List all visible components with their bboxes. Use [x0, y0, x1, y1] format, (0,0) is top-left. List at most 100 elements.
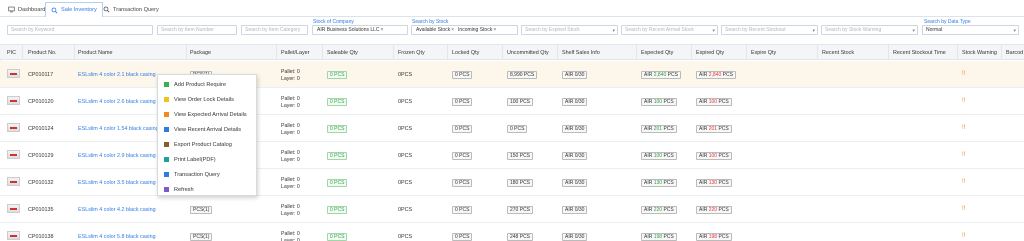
col-shelf-sales-info[interactable]: Shelf Sales Info: [562, 50, 600, 56]
expired-stock-select[interactable]: Search by Expired Stock ▾: [521, 25, 618, 35]
tab-dashboard[interactable]: Dashboard: [2, 2, 51, 16]
context-menu-item[interactable]: View Expected Arrival Details: [158, 107, 258, 122]
col-package[interactable]: Package: [190, 50, 211, 56]
context-menu-item[interactable]: View Recent Arrival Details: [158, 122, 258, 137]
tab-transaction-query[interactable]: Transaction Query: [97, 2, 165, 16]
shelf-sales-badge[interactable]: AIR 0/30: [562, 233, 588, 241]
saleable-qty-badge[interactable]: 0 PCS: [327, 71, 348, 79]
col-frozen-qty[interactable]: Frozen Qty: [398, 50, 425, 56]
context-menu-item[interactable]: Refresh: [158, 182, 258, 197]
col-product-name[interactable]: Product Name: [78, 50, 112, 56]
uncommitted-qty-badge[interactable]: 150 PCS: [507, 152, 534, 160]
stock-warning-icon[interactable]: !!: [962, 71, 965, 77]
table-row[interactable]: CP010117 ESLslim 4 color 2.1 black casing…: [0, 61, 1024, 88]
stock-type-select[interactable]: Available Stock × Incoming Stock ×: [411, 25, 518, 35]
remove-incoming-icon[interactable]: ×: [493, 27, 496, 33]
product-thumbnail[interactable]: [7, 204, 20, 213]
expected-qty-badge[interactable]: AIR 198 PCS: [641, 233, 677, 241]
col-expired-qty[interactable]: Expired Qty: [696, 50, 724, 56]
table-row[interactable]: CP010135 ESLslim 4 color 4.2 black casing…: [0, 196, 1024, 223]
locked-qty-badge[interactable]: 0 PCS: [452, 233, 473, 241]
shelf-sales-badge[interactable]: AIR 0/30: [562, 98, 588, 106]
context-menu-item[interactable]: Export Product Catalog: [158, 137, 258, 152]
expected-qty-badge[interactable]: AIR 100 PCS: [641, 98, 677, 106]
expected-qty-badge[interactable]: AIR 130 PCS: [641, 179, 677, 187]
shelf-sales-badge[interactable]: AIR 0/30: [562, 152, 588, 160]
uncommitted-qty-badge[interactable]: 248 PCS: [507, 233, 534, 241]
saleable-qty-badge[interactable]: 0 PCS: [327, 233, 348, 241]
shelf-sales-badge[interactable]: AIR 0/30: [562, 125, 588, 133]
expired-qty-badge[interactable]: AIR 198 PCS: [696, 233, 732, 241]
stock-warning-icon[interactable]: !!: [962, 233, 965, 239]
table-row[interactable]: CP010138 ESLslim 4 color 5.8 black casing…: [0, 223, 1024, 241]
product-name-link[interactable]: ESLslim 4 color 2.9 black casing: [78, 153, 156, 159]
item-number-search-input[interactable]: Search by Item Number: [157, 25, 237, 35]
locked-qty-badge[interactable]: 0 PCS: [452, 206, 473, 214]
shelf-sales-badge[interactable]: AIR 0/30: [562, 206, 588, 214]
stock-warning-icon[interactable]: !!: [962, 125, 965, 131]
col-uncommitted-qty[interactable]: Uncommitted Qty: [507, 50, 549, 56]
expected-qty-badge[interactable]: AIR 100 PCS: [641, 152, 677, 160]
table-row[interactable]: CP010129 ESLslim 4 color 2.9 black casing…: [0, 142, 1024, 169]
uncommitted-qty-badge[interactable]: 100 PCS: [507, 98, 534, 106]
shelf-sales-badge[interactable]: AIR 0/30: [562, 179, 588, 187]
col-saleable-qty[interactable]: Saleable Qty: [327, 50, 358, 56]
col-locked-qty[interactable]: Locked Qty: [452, 50, 479, 56]
context-menu-item[interactable]: View Order Lock Details: [158, 92, 258, 107]
tab-sale-inventory[interactable]: Sale Inventory: [45, 2, 103, 17]
recent-stockout-select[interactable]: Search by Recent Stockout ▾: [721, 25, 818, 35]
col-stock-warning[interactable]: Stock Warning: [962, 50, 997, 56]
recent-arrival-select[interactable]: Search by Recent Arrival Stock ▾: [621, 25, 718, 35]
remove-company-icon[interactable]: ×: [381, 27, 384, 33]
product-name-link[interactable]: ESLslim 4 color 4.2 black casing: [78, 207, 156, 213]
product-name-link[interactable]: ESLslim 4 color 5.8 black casing: [78, 234, 156, 240]
expired-qty-badge[interactable]: AIR 2,840 PCS: [696, 71, 736, 79]
uncommitted-qty-badge[interactable]: 0 PCS: [507, 125, 528, 133]
saleable-qty-badge[interactable]: 0 PCS: [327, 206, 348, 214]
product-name-link[interactable]: ESLslim 4 color 2.6 black casing: [78, 99, 156, 105]
product-thumbnail[interactable]: [7, 69, 20, 78]
context-menu-item[interactable]: Add Product Require: [158, 77, 258, 92]
col-product-no[interactable]: Product No.: [28, 50, 56, 56]
expected-qty-badge[interactable]: AIR 220 PCS: [641, 206, 677, 214]
stock-warning-icon[interactable]: !!: [962, 179, 965, 185]
col-expire-qty[interactable]: Expire Qty: [751, 50, 776, 56]
col-pic[interactable]: PIC: [7, 50, 16, 56]
locked-qty-badge[interactable]: 0 PCS: [452, 152, 473, 160]
product-thumbnail[interactable]: [7, 177, 20, 186]
locked-qty-badge[interactable]: 0 PCS: [452, 125, 473, 133]
stock-warning-icon[interactable]: !!: [962, 206, 965, 212]
col-expected-qty[interactable]: Expected Qty: [641, 50, 673, 56]
context-menu-item[interactable]: Transaction Query: [158, 167, 258, 182]
context-menu-item[interactable]: Print Label(PDF): [158, 152, 258, 167]
stock-warning-icon[interactable]: !!: [962, 152, 965, 158]
remove-available-icon[interactable]: ×: [451, 27, 454, 33]
col-pallet-layer[interactable]: Pallet/Layer: [281, 50, 309, 56]
uncommitted-qty-badge[interactable]: 8,990 PCS: [507, 71, 538, 79]
product-thumbnail[interactable]: [7, 150, 20, 159]
stock-of-company-select[interactable]: AIR Business Solutions LLC ×: [312, 25, 408, 35]
locked-qty-badge[interactable]: 0 PCS: [452, 179, 473, 187]
locked-qty-badge[interactable]: 0 PCS: [452, 71, 473, 79]
table-row[interactable]: CP010120 ESLslim 4 color 2.6 black casing…: [0, 88, 1024, 115]
locked-qty-badge[interactable]: 0 PCS: [452, 98, 473, 106]
col-recent-stockout-time[interactable]: Recent Stockout Time: [893, 50, 946, 56]
product-name-link[interactable]: ESLslim 4 color 2.1 black casing: [78, 72, 156, 78]
product-thumbnail[interactable]: [7, 123, 20, 132]
item-category-search-input[interactable]: Search by Item Category: [241, 25, 308, 35]
saleable-qty-badge[interactable]: 0 PCS: [327, 98, 348, 106]
data-type-select[interactable]: Normal ▾: [922, 25, 1019, 35]
product-name-link[interactable]: ESLslim 4 color 1.54 black casing: [78, 126, 159, 132]
stock-warning-select[interactable]: Search by Stock Warning ▾: [821, 25, 918, 35]
saleable-qty-badge[interactable]: 0 PCS: [327, 125, 348, 133]
expected-qty-badge[interactable]: AIR 201 PCS: [641, 125, 677, 133]
expired-qty-badge[interactable]: AIR 201 PCS: [696, 125, 732, 133]
expired-qty-badge[interactable]: AIR 100 PCS: [696, 98, 732, 106]
product-thumbnail[interactable]: [7, 96, 20, 105]
col-barcode[interactable]: Barcod: [1006, 50, 1023, 56]
saleable-qty-badge[interactable]: 0 PCS: [327, 152, 348, 160]
table-row[interactable]: CP010132 ESLslim 4 color 3.5 black casing…: [0, 169, 1024, 196]
table-row[interactable]: CP010124 ESLslim 4 color 1.54 black casin…: [0, 115, 1024, 142]
expired-qty-badge[interactable]: AIR 130 PCS: [696, 179, 732, 187]
expired-qty-badge[interactable]: AIR 220 PCS: [696, 206, 732, 214]
